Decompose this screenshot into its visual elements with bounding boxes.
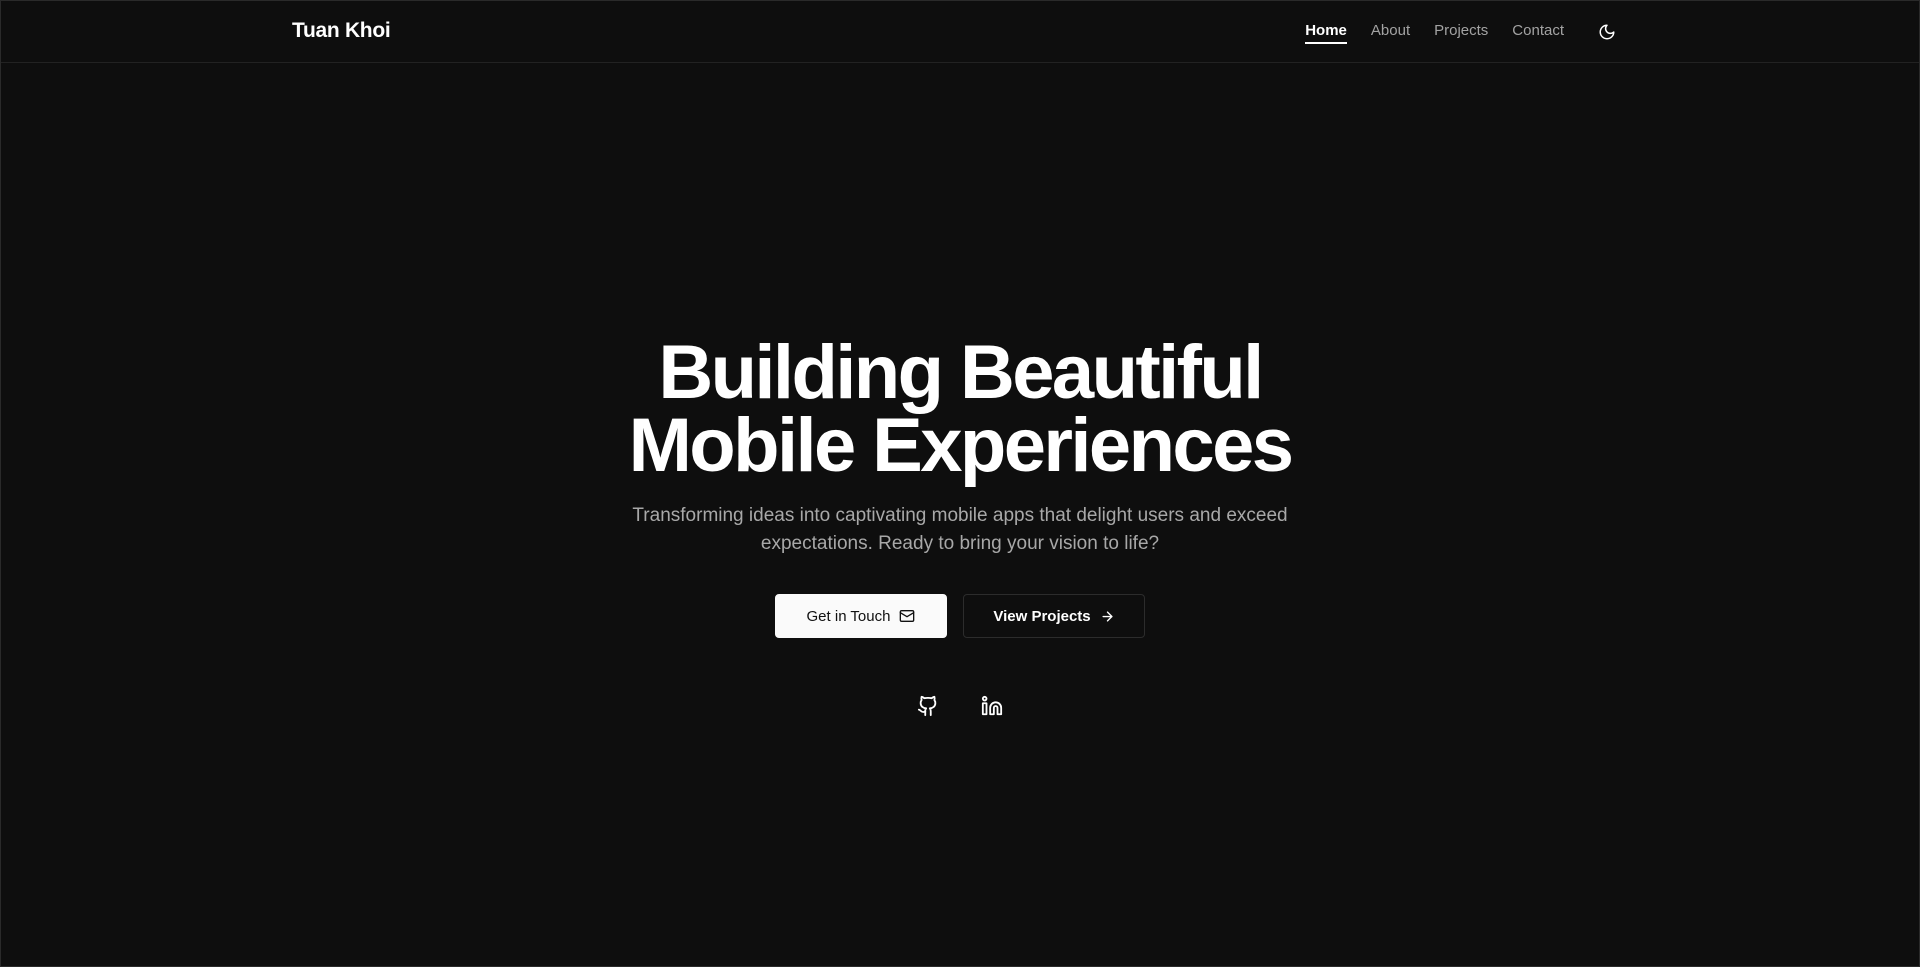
- theme-toggle-button[interactable]: [1595, 20, 1619, 44]
- arrow-right-icon: [1102, 610, 1113, 622]
- view-projects-button[interactable]: View Projects: [963, 594, 1145, 638]
- github-link[interactable]: [916, 694, 940, 718]
- page: Tuan Khoi Home About Projects Contact Bu…: [0, 0, 1920, 967]
- social-links: [1, 694, 1919, 718]
- hero-subtitle: Transforming ideas into captivating mobi…: [632, 505, 1288, 554]
- hero-title-line-2: Mobile Experiences: [628, 403, 1294, 488]
- hero-section: Building Beautiful Mobile Experiences Tr…: [1, 330, 1919, 718]
- moon-icon: [1599, 24, 1615, 40]
- nav-projects[interactable]: Projects: [1434, 22, 1488, 44]
- get-in-touch-button[interactable]: Get in Touch: [775, 594, 947, 638]
- nav-contact[interactable]: Contact: [1512, 22, 1564, 44]
- mail-icon: [900, 610, 915, 622]
- github-icon: [917, 695, 937, 717]
- nav-about[interactable]: About: [1371, 22, 1410, 44]
- brand-logo[interactable]: Tuan Khoi: [292, 19, 391, 43]
- linkedin-icon: [981, 695, 1003, 716]
- nav-home[interactable]: Home: [1305, 22, 1347, 44]
- view-projects-label: View Projects: [993, 607, 1091, 625]
- hero-title-line-1: Building Beautiful: [658, 330, 1264, 415]
- hero-title: Building Beautiful Mobile Experiences: [1, 330, 1919, 488]
- hero-actions: Get in Touch View Projects: [1, 594, 1919, 638]
- site-header: Tuan Khoi Home About Projects Contact: [1, 1, 1919, 63]
- get-in-touch-label: Get in Touch: [806, 607, 891, 625]
- main-nav: Home About Projects Contact: [1305, 22, 1564, 44]
- linkedin-link[interactable]: [980, 694, 1004, 718]
